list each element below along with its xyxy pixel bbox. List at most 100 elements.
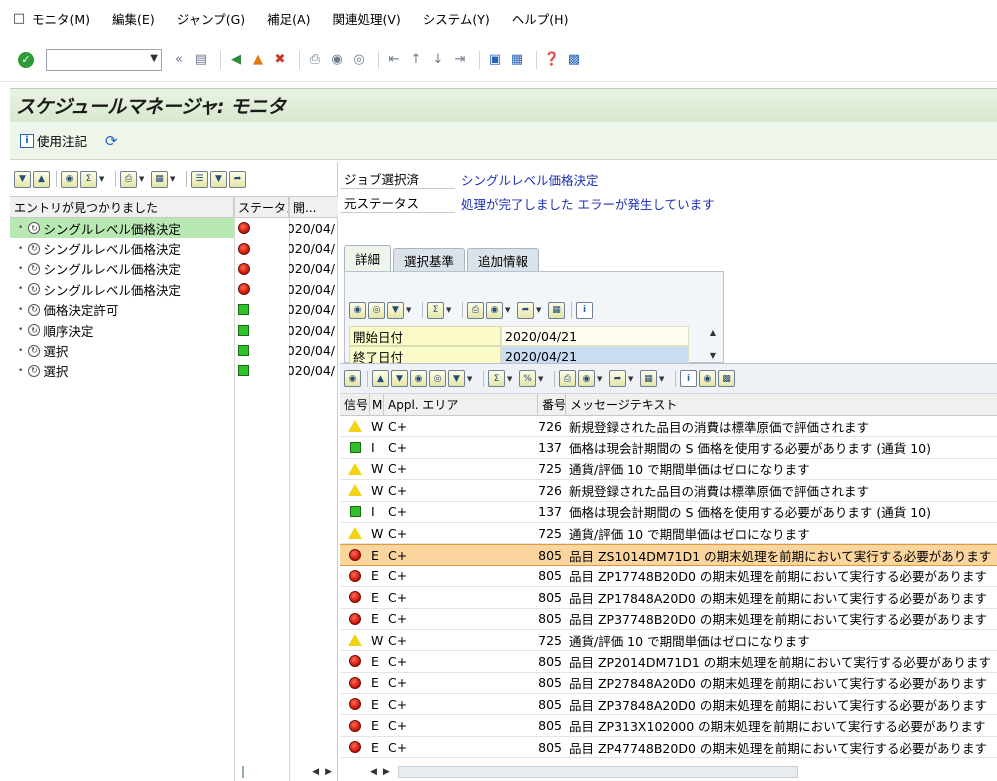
log-sum-icon[interactable]: Σ: [488, 370, 505, 387]
menu-edit[interactable]: 編集(E): [112, 9, 155, 28]
new-session-icon[interactable]: ▣: [486, 51, 504, 69]
details-vertical-scrollbar[interactable]: ▲ ▼: [705, 326, 721, 362]
log-row[interactable]: E C+ 805 品目 ZP2014DM71D1 の期末処理を前期において実行する必要…: [340, 651, 997, 673]
log-longtext-icon[interactable]: ◉: [699, 370, 716, 387]
log-horizontal-scrollbar[interactable]: ◀ ▶: [370, 765, 810, 779]
save-icon[interactable]: ▤: [192, 51, 210, 69]
tree-row-name-cell[interactable]: • ↻ 価格決定許可: [10, 300, 234, 320]
next-page-icon[interactable]: ↓: [429, 51, 447, 69]
menu-system[interactable]: システム(Y): [423, 9, 490, 28]
log-find-icon[interactable]: ◉: [410, 370, 427, 387]
tree-header-date[interactable]: 開...: [289, 196, 337, 218]
tree-header-entry[interactable]: エントリが見つかりました: [10, 196, 234, 218]
log-row[interactable]: E C+ 805 品目 ZP17748B20D0 の期末処理を前期において実行する必要…: [340, 566, 997, 588]
log-row[interactable]: W C+ 726 新規登録された品目の消費は標準原価で評価されます: [340, 480, 997, 502]
log-print-icon[interactable]: ⎙: [559, 370, 576, 387]
tree-row[interactable]: • ↻シングルレベル価格決定 2020/04/: [10, 218, 338, 239]
scroll-right-icon[interactable]: ▶: [325, 767, 332, 777]
tree-row[interactable]: • ↻シングルレベル価格決定 2020/04/: [10, 238, 338, 258]
find-icon[interactable]: ◉: [328, 51, 346, 69]
details-find-next-icon[interactable]: ◎: [368, 301, 385, 319]
log-row[interactable]: E C+ 805 品目 ZP47748B20D0 の期末処理を前期において実行する必要…: [340, 737, 997, 759]
tab-additional-info[interactable]: 追加情報: [467, 248, 540, 271]
details-print-icon[interactable]: ⎙: [467, 301, 484, 319]
tree-row-name-cell[interactable]: • ↻ シングルレベル価格決定: [10, 259, 234, 279]
print-icon[interactable]: ⎙: [306, 51, 324, 69]
collapse-all-icon[interactable]: ▲: [33, 170, 50, 188]
log-sort-asc-icon[interactable]: ▲: [372, 370, 389, 387]
log-header-text[interactable]: メッセージテキスト: [566, 394, 997, 416]
expand-all-icon[interactable]: ▼: [14, 170, 31, 188]
tree-print-icon[interactable]: ⎙: [120, 170, 137, 188]
menu-help[interactable]: ヘルプ(H): [512, 9, 569, 28]
command-input[interactable]: [47, 49, 143, 70]
log-export-icon[interactable]: ➦: [609, 370, 626, 387]
log-technical-icon[interactable]: ▩: [718, 370, 735, 387]
first-page-icon[interactable]: ⇤: [385, 51, 403, 69]
command-field[interactable]: ▼: [46, 48, 162, 71]
log-filter-icon[interactable]: ▼: [448, 370, 465, 387]
details-info-icon[interactable]: i: [576, 301, 593, 319]
tree-row-name-cell[interactable]: • ↻ 選択: [10, 361, 234, 381]
chevron-down-icon[interactable]: ▼: [150, 53, 158, 64]
tree-row[interactable]: • ↻選択 2020/04/: [10, 340, 338, 360]
tree-row[interactable]: • ↻選択 2020/04/: [10, 361, 338, 381]
chevron-down-icon[interactable]: ▼: [538, 375, 545, 383]
menu-related[interactable]: 関連処理(V): [332, 9, 400, 28]
chevron-down-icon[interactable]: ▼: [99, 175, 106, 183]
chevron-down-icon[interactable]: ▼: [446, 306, 453, 314]
log-row[interactable]: W C+ 725 通貨/評価 10 で期間単価はゼロになります: [340, 459, 997, 481]
log-sort-desc-icon[interactable]: ▼: [391, 370, 408, 387]
find-next-icon[interactable]: ◎: [350, 51, 368, 69]
tree-find-icon[interactable]: ◉: [61, 170, 78, 188]
refresh-icon[interactable]: ⟳: [105, 132, 118, 150]
log-find-next-icon[interactable]: ◎: [429, 370, 446, 387]
last-page-icon[interactable]: ⇥: [451, 51, 469, 69]
scroll-up-icon[interactable]: ▲: [710, 328, 716, 337]
log-header-area[interactable]: Appl. エリア: [384, 393, 538, 416]
tree-row-name-cell[interactable]: • ↻ シングルレベル価格決定: [10, 218, 234, 239]
log-row[interactable]: E C+ 805 品目 ZP37748B20D0 の期末処理を前期において実行する必要…: [340, 609, 997, 630]
log-details-icon[interactable]: ◉: [344, 370, 361, 387]
scrollbar-thumb[interactable]: [242, 766, 245, 778]
tree-header-status[interactable]: ステータス: [234, 196, 289, 218]
log-view-icon[interactable]: ◉: [578, 370, 595, 387]
chevron-down-icon[interactable]: ▼: [170, 175, 177, 183]
sum-icon[interactable]: Σ: [80, 170, 97, 188]
tab-selection-criteria[interactable]: 選択基準: [393, 248, 466, 271]
scrollbar-track[interactable]: [397, 766, 798, 778]
usage-note-button[interactable]: i 使用注記: [20, 131, 87, 150]
scroll-left-icon[interactable]: ◀: [370, 767, 377, 777]
log-row[interactable]: E C+ 805 品目 ZP37848A20D0 の期末処理を前期において実行する必要…: [340, 694, 997, 716]
menu-jump[interactable]: ジャンプ(G): [177, 9, 245, 28]
help-icon[interactable]: ❓: [543, 51, 561, 69]
tree-row[interactable]: • ↻価格決定許可 2020/04/: [10, 300, 338, 320]
log-row[interactable]: E C+ 805 品目 ZS1014DM71D1 の期末処理を前期において実行する必要…: [340, 544, 997, 566]
chevron-down-icon[interactable]: ▼: [597, 375, 604, 383]
tree-details-icon[interactable]: ☰: [191, 170, 208, 188]
tree-row-name-cell[interactable]: • ↻ シングルレベル価格決定: [10, 279, 234, 299]
shortcut-icon[interactable]: ▦: [508, 51, 526, 69]
log-layout-icon[interactable]: ▦: [640, 370, 657, 387]
scroll-right-icon[interactable]: ▶: [383, 767, 390, 777]
chevron-down-icon[interactable]: ▼: [628, 375, 635, 383]
log-row[interactable]: I C+ 137 価格は現会計期間の S 価格を使用する必要があります (通貨 10): [340, 502, 997, 523]
log-row[interactable]: E C+ 805 品目 ZP27848A20D0 の期末処理を前期において実行する必要…: [340, 673, 997, 695]
details-find-icon[interactable]: ◉: [349, 301, 366, 319]
chevron-down-icon[interactable]: ▼: [406, 306, 413, 314]
log-info-icon[interactable]: i: [680, 370, 697, 387]
chevron-down-icon[interactable]: ▼: [536, 306, 543, 314]
tree-row-name-cell[interactable]: • ↻ 順序決定: [10, 320, 234, 340]
details-filter-icon[interactable]: ▼: [387, 301, 404, 319]
log-header-number[interactable]: 番号: [538, 393, 566, 416]
chevron-down-icon[interactable]: ▼: [659, 375, 666, 383]
tree-goto-icon[interactable]: ➦: [229, 170, 246, 188]
tree-export-icon[interactable]: ▦: [151, 170, 168, 188]
menu-monitor[interactable]: モニタ(M): [32, 9, 90, 28]
chevron-down-icon[interactable]: ▼: [139, 175, 146, 183]
details-grid-icon[interactable]: ▦: [548, 301, 565, 319]
details-export-icon[interactable]: ➦: [517, 301, 534, 319]
menu-extras[interactable]: 補足(A): [267, 9, 310, 28]
tree-row-name-cell[interactable]: • ↻ シングルレベル価格決定: [10, 239, 234, 259]
log-row[interactable]: I C+ 137 価格は現会計期間の S 価格を使用する必要があります (通貨 10): [340, 437, 997, 459]
